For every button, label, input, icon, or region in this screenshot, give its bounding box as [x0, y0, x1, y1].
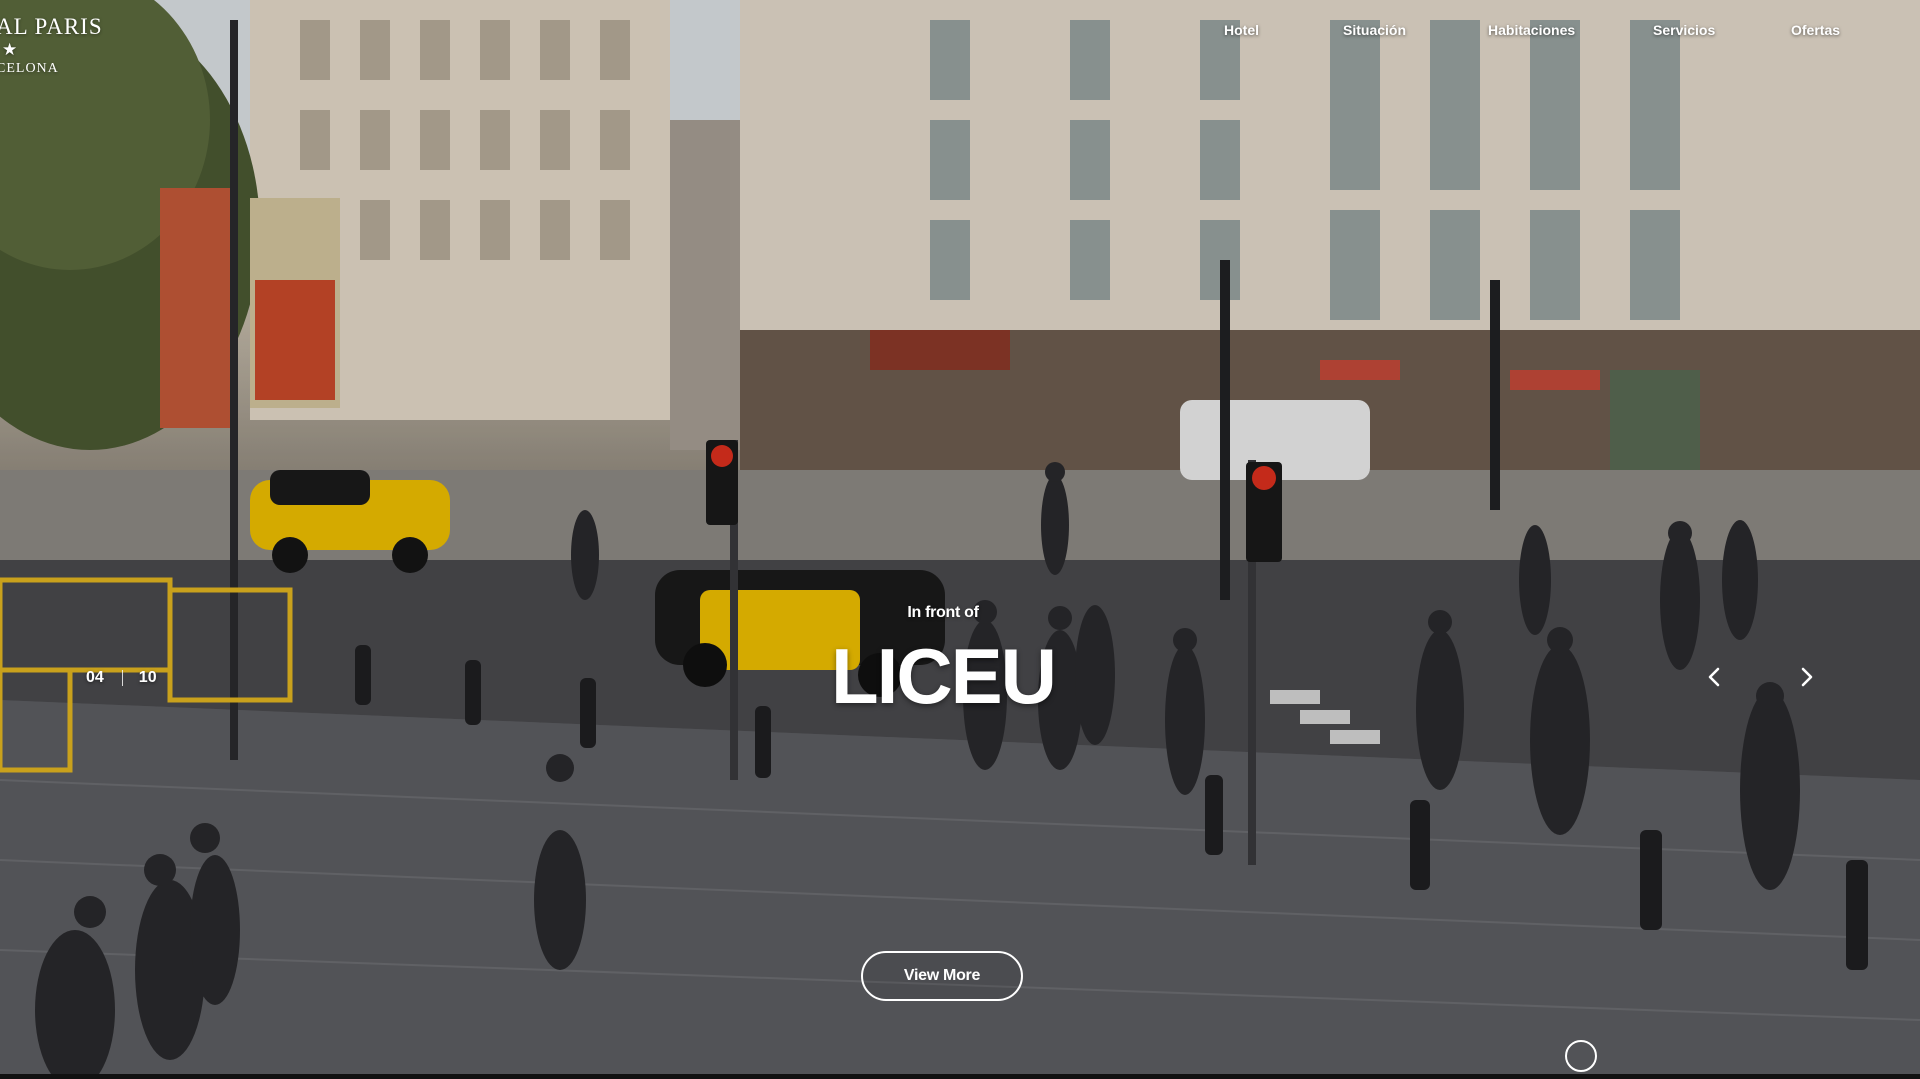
hero-slider: AL PARIS ★ CELONA Hotel Situación Habita…	[0, 0, 1920, 1074]
star-icon: ★	[2, 40, 18, 59]
page-bottom-edge	[0, 1074, 1920, 1079]
nav-item-servicios[interactable]: Servicios	[1653, 22, 1715, 38]
nav-item-situacion[interactable]: Situación	[1343, 22, 1406, 38]
slide-subtitle: In front of	[907, 604, 979, 621]
next-slide-button[interactable]	[1794, 664, 1820, 690]
brand-city: CELONA	[0, 61, 59, 76]
scroll-down-circle-icon[interactable]	[1565, 1040, 1597, 1072]
view-more-button[interactable]: View More	[861, 951, 1023, 1001]
slide-title: LICEU	[831, 632, 1057, 720]
hero-background-image	[0, 0, 1920, 1074]
nav-item-ofertas[interactable]: Ofertas	[1791, 22, 1840, 38]
brand-name: AL PARIS	[0, 14, 103, 39]
hotel-logo[interactable]: AL PARIS ★ CELONA	[0, 14, 103, 78]
nav-item-hotel[interactable]: Hotel	[1224, 22, 1259, 38]
chevron-right-icon	[1801, 667, 1813, 687]
chevron-left-icon	[1708, 667, 1720, 687]
prev-slide-button[interactable]	[1701, 664, 1727, 690]
nav-item-habitaciones[interactable]: Habitaciones	[1488, 22, 1575, 38]
